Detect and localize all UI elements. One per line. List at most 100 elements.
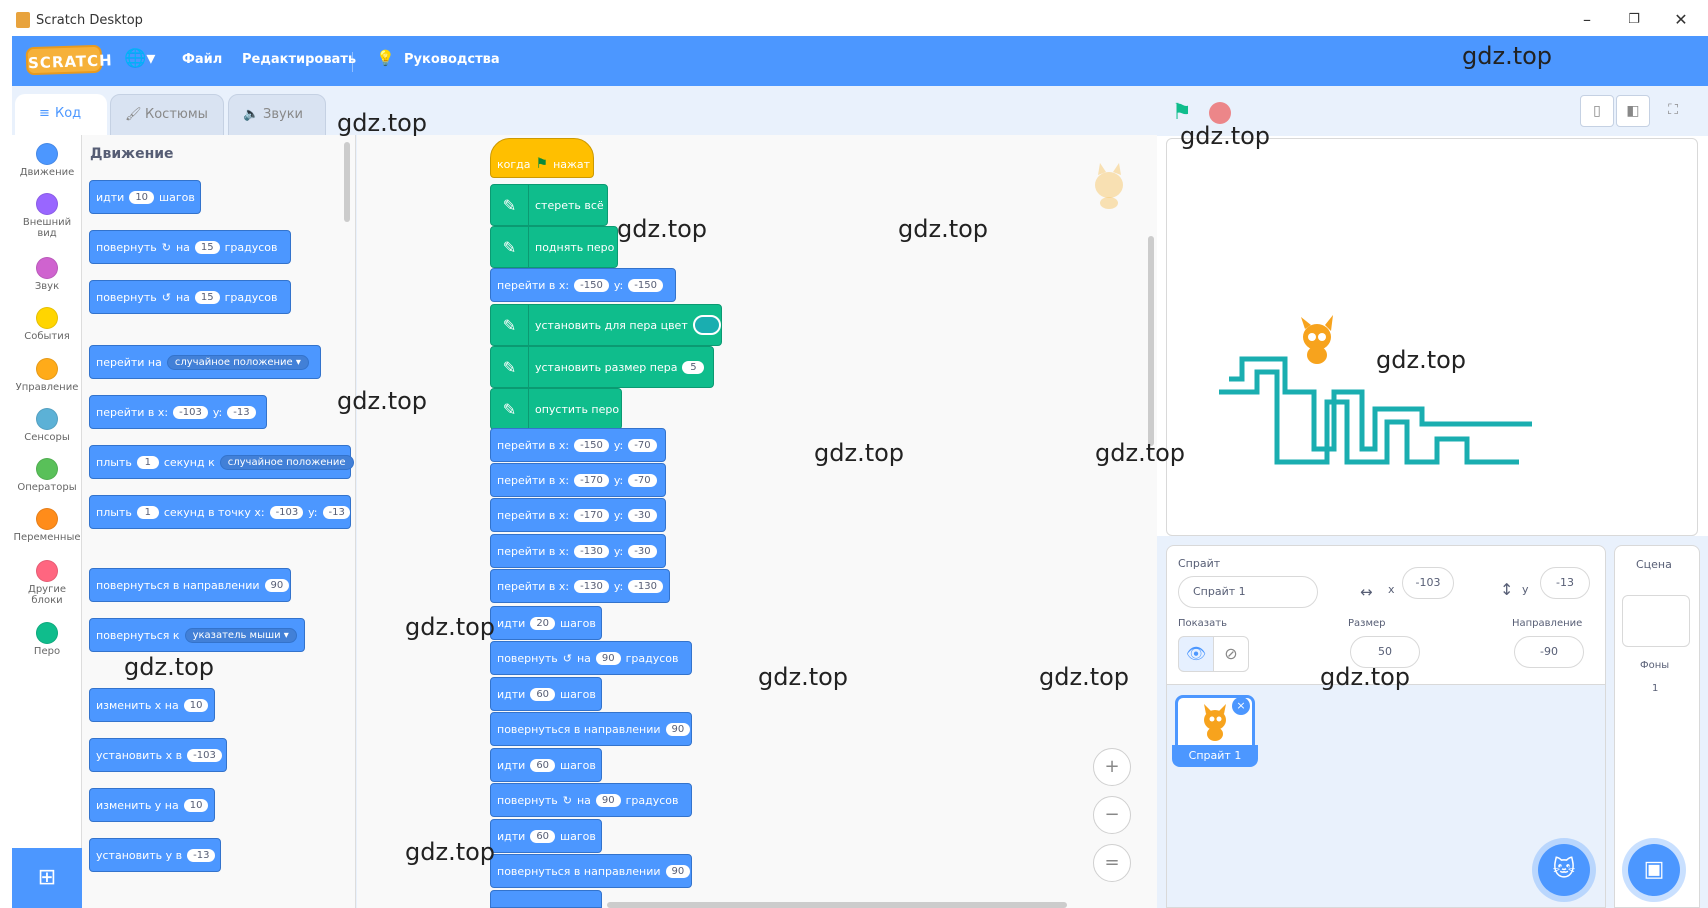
block-pen-down[interactable]: ✎ опустить перо [490,388,622,430]
category-item[interactable]: Звук [12,257,82,292]
block-goto-xy[interactable]: перейти в x: -150 y: -150 [490,268,676,302]
menu-divider [352,52,353,72]
zoom-out-button[interactable]: − [1093,796,1131,834]
block-set-y[interactable]: установить у в -13 [89,838,221,872]
category-label: Сенсоры [24,432,70,443]
category-item[interactable]: Сенсоры [12,408,82,443]
watermark: gdz.top [124,653,215,681]
tab-costumes[interactable]: 🖌 Костюмы [110,94,224,136]
menu-bar: SCRATCH 🌐▾ Файл Редактировать 💡 Руководс… [12,36,1708,86]
x-label: x [1388,583,1395,596]
stage-thumbnail[interactable] [1622,595,1690,647]
watermark: gdz.top [1462,42,1553,70]
watermark: gdz.top [758,663,849,691]
category-item[interactable]: Управление [12,358,82,393]
block-partial[interactable] [490,890,602,908]
block-point-direction[interactable]: повернуться в направлении 90 [490,854,692,888]
normal-stage-button[interactable]: ◧ [1616,95,1650,127]
zoom-in-button[interactable]: + [1093,748,1131,786]
backdrops-count: 1 [1652,683,1659,694]
block-glide-target[interactable]: плыть 1 секунд к случайное положение [89,445,354,479]
category-item[interactable]: Перо [12,622,82,657]
block-goto-xy[interactable]: перейти в x: -130 y: -130 [490,569,670,603]
block-point-direction[interactable]: повернуться в направлении 90 [89,568,291,602]
tab-code[interactable]: ≡ Код [15,94,107,136]
block-turn-left[interactable]: повернуть ↺ на 15 градусов [89,280,291,314]
block-glide-xy[interactable]: плыть 1 секунд в точку x: -103 y: -13 [89,495,351,529]
stop-icon[interactable] [1209,102,1231,124]
sprite-name-input[interactable]: Спрайт 1 [1178,576,1318,608]
block-goto-target[interactable]: перейти на случайное положение ▾ [89,345,321,379]
category-item[interactable]: Операторы [12,458,82,493]
tab-sounds[interactable]: 🔈 Звуки [228,94,326,136]
block-move-steps[interactable]: идти 10 шагов [89,180,201,214]
category-item[interactable]: События [12,307,82,342]
close-icon[interactable]: ✕ [1666,8,1696,32]
block-goto-xy[interactable]: перейти в x: -130 y: -30 [490,534,666,568]
menu-edit[interactable]: Редактировать [242,52,356,67]
scratch-logo[interactable]: SCRATCH [25,44,113,76]
category-dot-icon [36,508,58,530]
hide-sprite-button[interactable]: ⊘ [1213,636,1249,672]
block-point-towards[interactable]: повернуться к указатель мыши ▾ [89,618,305,652]
block-move-steps[interactable]: идти 60 шагов [490,677,602,711]
palette-scrollbar[interactable] [344,142,350,222]
block-goto-xy[interactable]: перейти в x: -170 y: -70 [490,463,666,497]
restore-icon[interactable]: ❐ [1619,8,1649,32]
language-globe-icon[interactable]: 🌐▾ [124,48,155,69]
zoom-reset-button[interactable]: = [1093,844,1131,882]
sprite-y-input[interactable]: -13 [1540,567,1590,599]
category-dot-icon [36,257,58,279]
block-point-direction[interactable]: повернуться в направлении 90 [490,712,692,746]
block-change-x[interactable]: изменить х на 10 [89,688,215,722]
category-dot-icon [36,622,58,644]
speaker-icon: 🔈 [243,107,260,122]
watermark: gdz.top [898,215,989,243]
block-move-steps[interactable]: идти 60 шагов [490,819,602,853]
code-workspace[interactable] [357,135,1157,908]
choose-sprite-button[interactable]: 🐱 [1538,844,1590,896]
block-set-x[interactable]: установить х в -103 [89,738,227,772]
category-item[interactable]: Другие блоки [12,560,82,606]
watermark: gdz.top [337,387,428,415]
block-turn-left[interactable]: повернуть ↺ на 90 градусов [490,641,692,675]
block-set-pen-color[interactable]: ✎ установить для пера цвет [490,304,722,346]
y-arrows-icon: ↕ [1500,580,1514,599]
workspace-vertical-scrollbar[interactable] [1148,236,1154,446]
block-pen-clear[interactable]: ✎ стереть всё [490,184,608,226]
category-label: Движение [19,167,75,178]
block-goto-xy[interactable]: перейти в x: -170 y: -30 [490,498,666,532]
block-pen-up[interactable]: ✎ поднять перо [490,226,618,268]
watermark: gdz.top [1180,122,1271,150]
choose-backdrop-button[interactable]: ▣ [1628,844,1680,896]
block-goto-xy[interactable]: перейти в x: -103 y: -13 [89,395,267,429]
minimize-icon[interactable]: – [1572,8,1602,32]
fullscreen-button[interactable]: ⛶ [1656,95,1690,127]
block-when-flag-clicked[interactable]: когда ⚑ нажат [490,138,594,178]
category-item[interactable]: Внешний вид [12,193,82,239]
block-set-pen-size[interactable]: ✎ установить размер пера 5 [490,346,714,388]
menu-tutorials[interactable]: Руководства [404,52,500,67]
stage-canvas[interactable] [1166,138,1698,536]
block-move-steps[interactable]: идти 60 шагов [490,748,602,782]
category-label: События [24,331,70,342]
delete-sprite-icon[interactable]: × [1232,697,1250,715]
block-goto-xy[interactable]: перейти в x: -150 y: -70 [490,428,666,462]
sprite-x-input[interactable]: -103 [1402,567,1454,599]
category-item[interactable]: Движение [12,143,82,178]
block-turn-right[interactable]: повернуть ↻ на 90 градусов [490,783,692,817]
workspace-horizontal-scrollbar[interactable] [607,902,1067,908]
block-move-steps[interactable]: идти 20 шагов [490,606,602,640]
menu-file[interactable]: Файл [182,52,222,67]
rotate-left-icon: ↺ [562,651,572,665]
category-dot-icon [36,458,58,480]
show-sprite-button[interactable]: 👁 [1178,636,1214,672]
add-extension-button[interactable]: ⊞ [12,848,82,908]
small-stage-button[interactable]: ▯ [1580,95,1614,127]
block-change-y[interactable]: изменить у на 10 [89,788,215,822]
block-turn-right[interactable]: повернуть ↻ на 15 градусов [89,230,291,264]
sprite-direction-input[interactable]: -90 [1514,636,1584,668]
watermark: gdz.top [1376,346,1467,374]
category-item[interactable]: Переменные [12,508,82,543]
green-flag-icon[interactable]: ⚑ [1172,100,1198,125]
